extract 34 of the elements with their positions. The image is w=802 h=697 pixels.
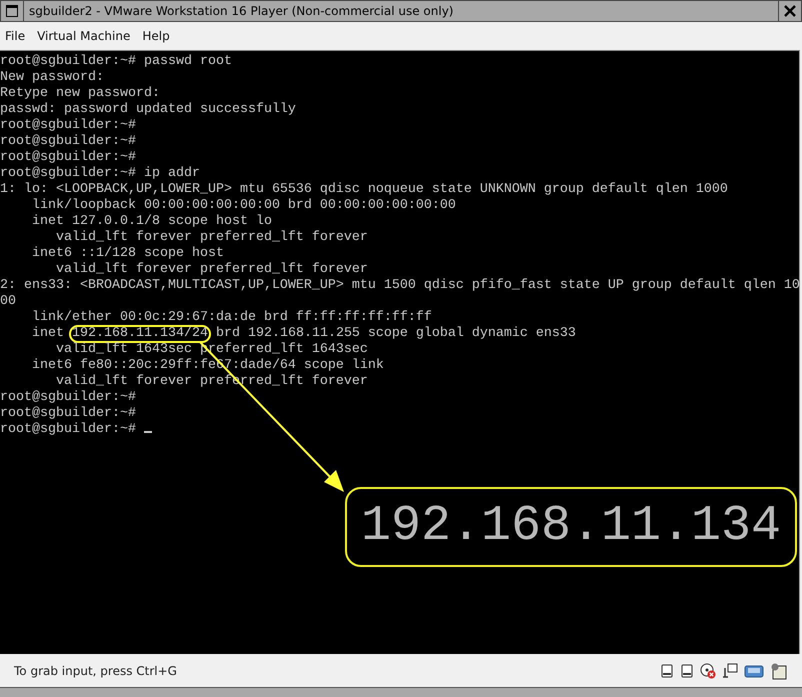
status-text: To grab input, press Ctrl+G — [14, 664, 177, 678]
terminal-line: root@sgbuilder:~# — [0, 390, 137, 406]
terminal-line: Retype new password: — [0, 86, 161, 102]
menu-item[interactable]: File — [5, 29, 26, 43]
terminal-line: passwd: password updated successfully — [0, 102, 297, 118]
terminal-line: root@sgbuilder:~# passwd root — [0, 54, 233, 70]
terminal-line: root@sgbuilder:~# ip addr — [0, 166, 201, 182]
terminal-line: inet6 ::1/128 scope host — [30, 246, 225, 262]
terminal-line: link/loopback 00:00:00:00:00:00 brd 00:00:00:00:00:00 — [30, 198, 457, 214]
network-icon[interactable] — [722, 662, 738, 678]
terminal-line: root@sgbuilder:~# — [0, 422, 137, 438]
window-title: sgbuilder2 - VMware Workstation 16 Player (Non-commercial use only) — [28, 3, 454, 20]
menu-item[interactable]: Virtual Machine — [37, 29, 130, 43]
menu-item[interactable]: Help — [142, 29, 170, 43]
terminal-line: root@sgbuilder:~# — [0, 150, 137, 166]
terminal-line: inet 127.0.0.1/8 scope host lo — [30, 214, 273, 230]
terminal-line: 1: lo: <LOOPBACK,UP,LOWER_UP> mtu 65536 qdisc noqueue state UNKNOWN group default qlen 1000 — [0, 182, 729, 198]
terminal-line: 00 — [0, 294, 17, 310]
terminal-line: root@sgbuilder:~# — [0, 406, 137, 422]
circled-address: 192.168.11.134/24 — [68, 325, 211, 343]
terminal-line: root@sgbuilder:~# — [0, 134, 137, 150]
terminal-text: inet — [30, 326, 65, 342]
terminal-line: root@sgbuilder:~# — [0, 118, 137, 134]
terminal-line: valid_lft forever preferred_lft forever — [54, 230, 369, 246]
display-icon[interactable] — [770, 662, 788, 680]
terminal-line: 2: ens33: <BROADCAST,MULTICAST,UP,LOWER_UP> mtu 1500 qdisc pfifo_fast state UP group default qlen 10 — [0, 278, 799, 294]
terminal-line: New password: — [0, 70, 105, 86]
terminal-line: valid_lft forever preferred_lft forever — [54, 262, 369, 278]
terminal-line: link/ether 00:0c:29:67:da:de brd ff:ff:ff:ff:ff:ff — [30, 310, 433, 326]
terminal-text: brd 192.168.11.255 scope global dynamic ens33 — [214, 326, 576, 342]
terminal-screen[interactable] — [0, 50, 800, 654]
text-cursor — [144, 431, 152, 433]
zoomed-address: 192.168.11.134 — [345, 487, 797, 567]
printer-icon[interactable] — [744, 662, 764, 678]
